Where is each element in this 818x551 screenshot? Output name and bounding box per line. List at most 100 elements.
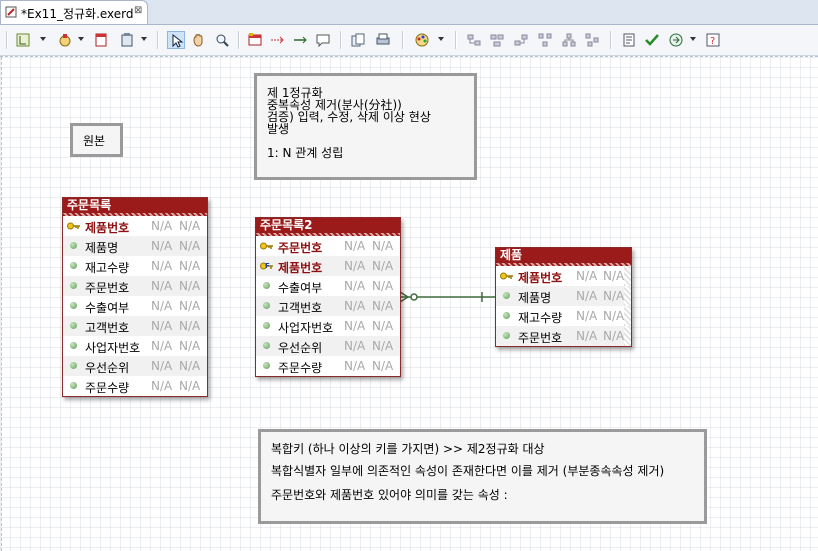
editor-tab[interactable]: *Ex11_정규화.exerd ⊠ bbox=[0, 0, 148, 24]
align-icon[interactable] bbox=[465, 31, 483, 49]
color-icon[interactable] bbox=[413, 31, 431, 49]
toolbar-separator bbox=[402, 31, 404, 49]
column-datatype: N/A bbox=[151, 259, 173, 273]
export-icon[interactable] bbox=[667, 31, 685, 49]
grid-layout-icon[interactable] bbox=[583, 31, 601, 49]
entity-column[interactable]: F 제품번호 N/A N/A bbox=[256, 256, 400, 276]
entity-order-list-2[interactable]: 주문목록2 주문번호 N/A N/A F 제품번호 N/A N/A 수출여부 N… bbox=[255, 217, 401, 377]
entity-column[interactable]: 주문수량 N/A N/A bbox=[256, 356, 400, 376]
column-name: 주문번호 bbox=[85, 281, 130, 295]
align-right-icon[interactable] bbox=[512, 31, 530, 49]
tree-layout-icon[interactable] bbox=[560, 31, 578, 49]
column-default: N/A bbox=[179, 219, 201, 233]
export-dropdown-icon[interactable] bbox=[690, 37, 696, 41]
note-rule2-line3: 주문번호와 제품번호 있어야 의미를 갖는 속성 : bbox=[271, 488, 508, 502]
column-datatype: N/A bbox=[151, 219, 173, 233]
entity-title: 주문목록2 bbox=[256, 218, 400, 236]
entity-column[interactable]: 제품명 N/A N/A bbox=[496, 286, 631, 306]
help-icon[interactable]: ? bbox=[704, 31, 722, 49]
clipboard-dropdown-icon[interactable] bbox=[141, 37, 147, 41]
column-datatype: N/A bbox=[151, 339, 173, 353]
document-icon[interactable] bbox=[620, 31, 638, 49]
entity-column[interactable]: 수출여부 N/A N/A bbox=[256, 276, 400, 296]
layout-dropdown-icon[interactable] bbox=[40, 37, 46, 41]
column-datatype: N/A bbox=[576, 289, 598, 303]
note-original[interactable]: 원본 bbox=[70, 123, 123, 157]
clipboard-icon[interactable] bbox=[118, 31, 136, 49]
column-default: N/A bbox=[372, 319, 394, 333]
column-icon bbox=[263, 322, 270, 329]
diagram-canvas[interactable]: 원본 제 1정규화 중복속성 제거(분사(分社)) 검증) 입력, 수정, 삭제… bbox=[0, 56, 818, 551]
column-name: 제품번호 bbox=[518, 271, 563, 285]
row-stripe bbox=[624, 306, 631, 326]
note-rule2-line1: 복합키 (하나 이상의 키를 가지면) >> 제2정규화 대상 bbox=[271, 442, 545, 456]
entity-column[interactable]: 고객번호 N/A N/A bbox=[256, 296, 400, 316]
entity-column[interactable]: 재고수량 N/A N/A bbox=[496, 306, 631, 326]
validate-icon[interactable] bbox=[643, 31, 661, 49]
comment-icon[interactable] bbox=[314, 31, 332, 49]
column-default: N/A bbox=[179, 239, 201, 253]
palette-dropdown-icon[interactable] bbox=[78, 37, 84, 41]
column-name: 사업자번호 bbox=[278, 321, 334, 335]
distribute-icon[interactable] bbox=[536, 31, 554, 49]
column-name: 재고수량 bbox=[85, 261, 130, 275]
entity-column[interactable]: 사업자번호 N/A N/A bbox=[256, 316, 400, 336]
column-datatype: N/A bbox=[344, 279, 366, 293]
entity-column[interactable]: 재고수량 N/A N/A bbox=[63, 256, 207, 276]
column-datatype: N/A bbox=[576, 329, 598, 343]
entity-column[interactable]: 우선순위 N/A N/A bbox=[63, 356, 207, 376]
column-datatype: N/A bbox=[151, 359, 173, 373]
svg-text:F: F bbox=[265, 262, 270, 270]
note-rule1-line5: 1: N 관계 성립 bbox=[267, 146, 344, 160]
toolbar-separator bbox=[340, 31, 342, 49]
note-original-text: 원본 bbox=[83, 134, 106, 148]
hand-icon[interactable] bbox=[189, 31, 207, 49]
entity-column[interactable]: 제품번호 N/A N/A bbox=[496, 266, 631, 286]
copy-icon[interactable] bbox=[349, 31, 367, 49]
note-second-normalization[interactable]: 복합키 (하나 이상의 키를 가지면) >> 제2정규화 대상 복합식별자 일부… bbox=[258, 429, 707, 524]
print-icon[interactable] bbox=[374, 31, 392, 49]
table-icon[interactable] bbox=[246, 31, 264, 49]
zoom-icon[interactable] bbox=[213, 31, 231, 49]
column-datatype: N/A bbox=[151, 379, 173, 393]
column-name: 고객번호 bbox=[85, 321, 130, 335]
column-default: N/A bbox=[372, 299, 394, 313]
layout-icon[interactable] bbox=[14, 31, 32, 49]
note-first-normalization[interactable]: 제 1정규화 중복속성 제거(분사(分社)) 검증) 입력, 수정, 삭제 이상… bbox=[254, 73, 477, 180]
column-default: N/A bbox=[179, 279, 201, 293]
column-default: N/A bbox=[603, 269, 625, 283]
entity-column[interactable]: 고객번호 N/A N/A bbox=[63, 316, 207, 336]
entity-column[interactable]: 주문번호 N/A N/A bbox=[256, 236, 400, 256]
entity-column[interactable]: 제품번호 N/A N/A bbox=[63, 216, 207, 236]
column-datatype: N/A bbox=[576, 269, 598, 283]
select-icon[interactable] bbox=[167, 31, 185, 49]
entity-column[interactable]: 우선순위 N/A N/A bbox=[256, 336, 400, 356]
relation-icon[interactable] bbox=[268, 31, 286, 49]
color-dropdown-icon[interactable] bbox=[438, 37, 444, 41]
column-icon bbox=[70, 262, 77, 269]
column-datatype: N/A bbox=[344, 259, 366, 273]
note-rule2-line2: 복합식별자 일부에 의존적인 속성이 존재한다면 이를 제거 (부분종속속성 제… bbox=[271, 464, 665, 478]
entity-column[interactable]: 주문수량 N/A N/A bbox=[63, 376, 207, 396]
entity-product[interactable]: 제품 제품번호 N/A N/A 제품명 N/A N/A 재고수량 N/A N/A… bbox=[495, 247, 632, 347]
entity-column[interactable]: 주문번호 N/A N/A bbox=[63, 276, 207, 296]
entity-order-list[interactable]: 주문목록 제품번호 N/A N/A 제품명 N/A N/A 재고수량 N/A N… bbox=[62, 197, 208, 397]
column-datatype: N/A bbox=[344, 319, 366, 333]
primary-key-icon bbox=[500, 272, 513, 280]
note-icon[interactable] bbox=[92, 31, 110, 49]
close-icon[interactable]: ⊠ bbox=[134, 5, 142, 16]
palette-icon[interactable] bbox=[56, 31, 74, 49]
column-name: 제품명 bbox=[85, 241, 119, 255]
entity-title: 주문목록 bbox=[63, 198, 207, 216]
entity-column[interactable]: 사업자번호 N/A N/A bbox=[63, 336, 207, 356]
column-default: N/A bbox=[179, 339, 201, 353]
foreign-primary-key-icon: F bbox=[260, 262, 273, 270]
relationship-line[interactable] bbox=[398, 287, 498, 307]
relation-id-icon[interactable] bbox=[291, 31, 309, 49]
column-datatype: N/A bbox=[344, 299, 366, 313]
entity-column[interactable]: 제품명 N/A N/A bbox=[63, 236, 207, 256]
entity-column[interactable]: 주문번호 N/A N/A bbox=[496, 326, 631, 346]
entity-column[interactable]: 수출여부 N/A N/A bbox=[63, 296, 207, 316]
column-datatype: N/A bbox=[344, 339, 366, 353]
align-center-icon[interactable] bbox=[488, 31, 506, 49]
